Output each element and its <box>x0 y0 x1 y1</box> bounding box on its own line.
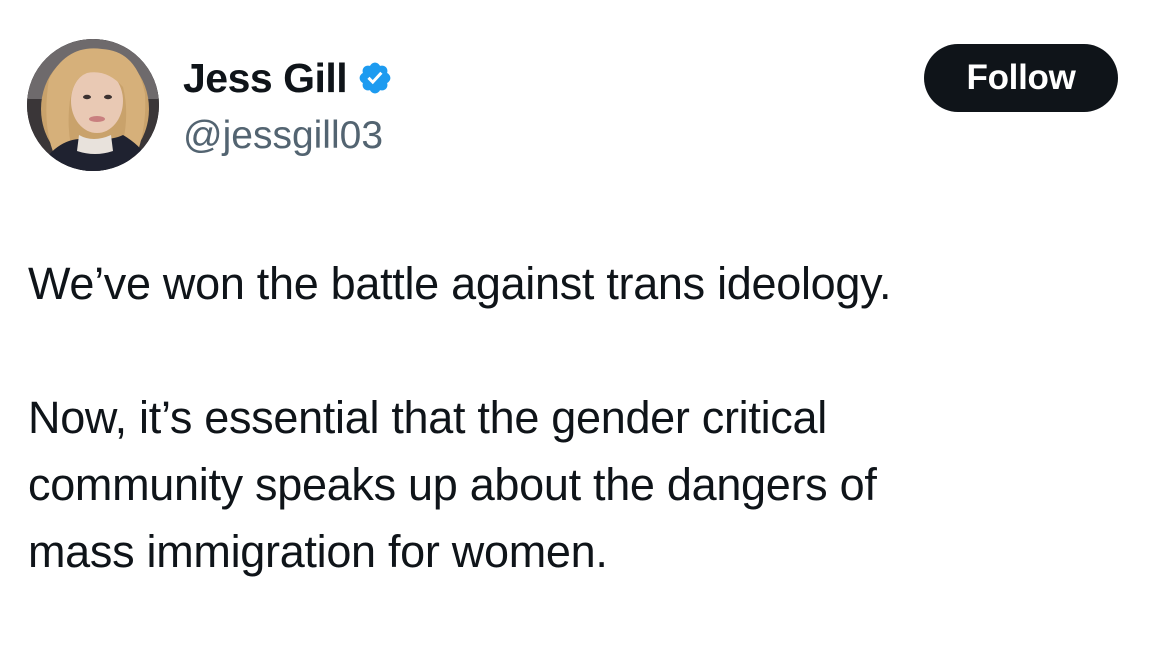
follow-button[interactable]: Follow <box>924 44 1118 112</box>
tweet-text: We’ve won the battle against trans ideol… <box>28 250 1138 585</box>
user-handle[interactable]: @jessgill03 <box>183 112 393 160</box>
name-row: Jess Gill <box>183 52 393 104</box>
avatar-image <box>27 39 159 171</box>
tweet-card: Jess Gill @jessgill03 Follow We’ve won t… <box>0 0 1169 658</box>
verified-badge-icon[interactable] <box>357 60 393 96</box>
tweet-paragraph: We’ve won the battle against trans ideol… <box>28 258 892 309</box>
display-name[interactable]: Jess Gill <box>183 52 348 104</box>
tweet-paragraph: Now, it’s essential that the gender crit… <box>28 392 877 577</box>
avatar[interactable] <box>27 39 159 171</box>
user-info: Jess Gill @jessgill03 <box>183 52 393 160</box>
